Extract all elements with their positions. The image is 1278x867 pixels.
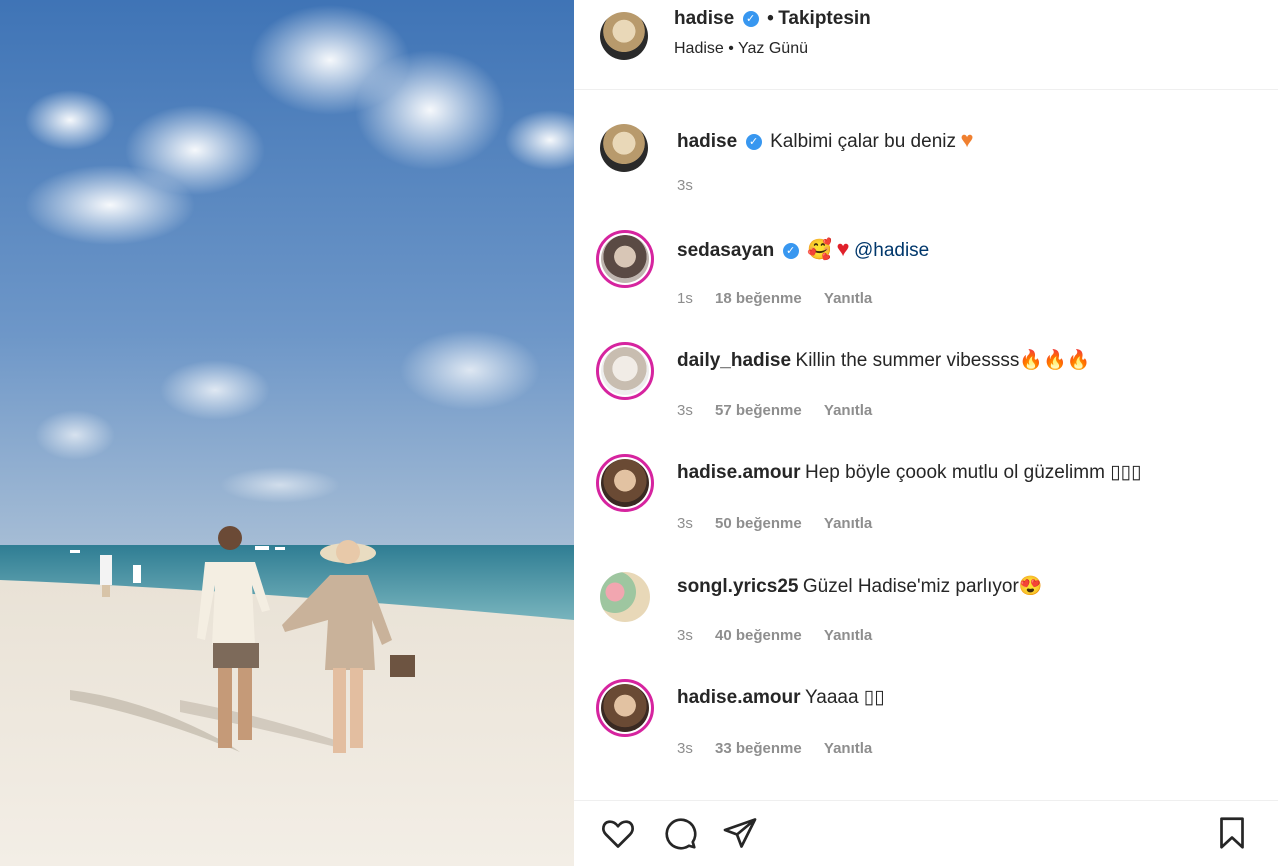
comment-line: daily_hadise Killin the summer vibessss🔥… xyxy=(677,348,1090,372)
share-icon[interactable] xyxy=(722,815,758,851)
dot-separator: • xyxy=(728,40,739,57)
comment-meta: 3s 50 beğenme Yanıtla xyxy=(677,515,890,532)
post-panel: hadise ✓ • Takiptesin Hadise • Yaz Günü … xyxy=(574,0,1278,866)
comment-username[interactable]: songl.yrics25 xyxy=(677,576,798,597)
comment-username[interactable]: sedasayan xyxy=(677,240,774,261)
comment-meta: 3s 57 beğenme Yanıtla xyxy=(677,402,890,419)
comment-line: sedasayan ✓ 🥰 ♥ @hadise xyxy=(677,236,929,262)
action-bar xyxy=(574,800,1278,867)
reply-button[interactable]: Yanıtla xyxy=(824,402,872,419)
dot-separator: • xyxy=(767,8,774,29)
caption-text: Kalbimi çalar bu deniz xyxy=(770,131,956,152)
post-photo[interactable] xyxy=(0,0,574,866)
comment-username[interactable]: hadise.amour xyxy=(677,687,801,708)
comment-line: songl.yrics25 Güzel Hadise'miz parlıyor😍 xyxy=(677,574,1042,598)
caption-username[interactable]: hadise xyxy=(677,131,737,152)
caption-line: hadise ✓ Kalbimi çalar bu deniz ♥ xyxy=(677,127,974,153)
reply-button[interactable]: Yanıtla xyxy=(824,740,872,757)
author-subtitle-name[interactable]: Hadise xyxy=(674,40,724,57)
comment-line: hadise.amour Yaaaa ▯▯ xyxy=(677,686,885,709)
comment-username[interactable]: daily_hadise xyxy=(677,350,791,371)
smiling-face-icon: 🥰 xyxy=(807,239,832,261)
reply-button[interactable]: Yanıtla xyxy=(824,515,872,532)
verified-icon: ✓ xyxy=(742,11,759,27)
comment-icon[interactable] xyxy=(662,815,698,851)
comment-time[interactable]: 3s xyxy=(677,740,693,757)
comment-likes[interactable]: 57 beğenme xyxy=(715,402,802,419)
red-heart-icon: ♥ xyxy=(836,236,850,261)
orange-heart-icon: ♥ xyxy=(960,127,974,152)
comment-time[interactable]: 3s xyxy=(677,627,693,644)
audio-title[interactable]: Yaz Günü xyxy=(738,40,808,57)
heart-icon[interactable] xyxy=(600,815,636,851)
post-header: hadise ✓ • Takiptesin Hadise • Yaz Günü xyxy=(574,0,1278,90)
comment-meta: 1s 18 beğenme Yanıtla xyxy=(677,290,890,307)
comment-likes[interactable]: 33 beğenme xyxy=(715,740,802,757)
comment-text: Hep böyle çoook mutlu ol güzelimm ▯▯▯ xyxy=(805,462,1142,483)
comment-time[interactable]: 1s xyxy=(677,290,693,307)
reply-button[interactable]: Yanıtla xyxy=(824,290,872,307)
caption-time[interactable]: 3s xyxy=(677,177,693,194)
follow-status[interactable]: Takiptesin xyxy=(778,8,871,29)
caption-avatar[interactable] xyxy=(600,124,648,172)
comment-time[interactable]: 3s xyxy=(677,402,693,419)
comment-text: Güzel Hadise'miz parlıyor😍 xyxy=(802,576,1043,597)
comment-likes[interactable]: 40 beğenme xyxy=(715,627,802,644)
reply-button[interactable]: Yanıtla xyxy=(824,627,872,644)
caption-meta: 3s xyxy=(677,177,711,194)
comment-meta: 3s 33 beğenme Yanıtla xyxy=(677,740,890,757)
comment-avatar[interactable] xyxy=(600,572,650,622)
beach-photo xyxy=(0,0,574,866)
comment-time[interactable]: 3s xyxy=(677,515,693,532)
comment-meta: 3s 40 beğenme Yanıtla xyxy=(677,627,890,644)
comment-text[interactable]: @hadise xyxy=(854,240,929,261)
verified-icon: ✓ xyxy=(745,134,762,150)
bookmark-icon[interactable] xyxy=(1214,815,1250,851)
author-username[interactable]: hadise xyxy=(674,8,734,29)
comment-avatar[interactable] xyxy=(596,342,654,400)
comment-text: Yaaaa ▯▯ xyxy=(805,687,885,708)
author-avatar[interactable] xyxy=(600,12,648,60)
author-line: hadise ✓ • Takiptesin xyxy=(674,8,871,30)
comment-line: hadise.amour Hep böyle çoook mutlu ol gü… xyxy=(677,461,1142,484)
comment-avatar[interactable] xyxy=(596,230,654,288)
comment-likes[interactable]: 50 beğenme xyxy=(715,515,802,532)
comment-likes[interactable]: 18 beğenme xyxy=(715,290,802,307)
comment-avatar[interactable] xyxy=(596,679,654,737)
comment-text: Killin the summer vibessss🔥🔥🔥 xyxy=(795,350,1091,371)
author-subtitle: Hadise • Yaz Günü xyxy=(674,40,808,58)
comment-username[interactable]: hadise.amour xyxy=(677,462,801,483)
comment-avatar[interactable] xyxy=(596,454,654,512)
verified-icon: ✓ xyxy=(782,243,799,259)
